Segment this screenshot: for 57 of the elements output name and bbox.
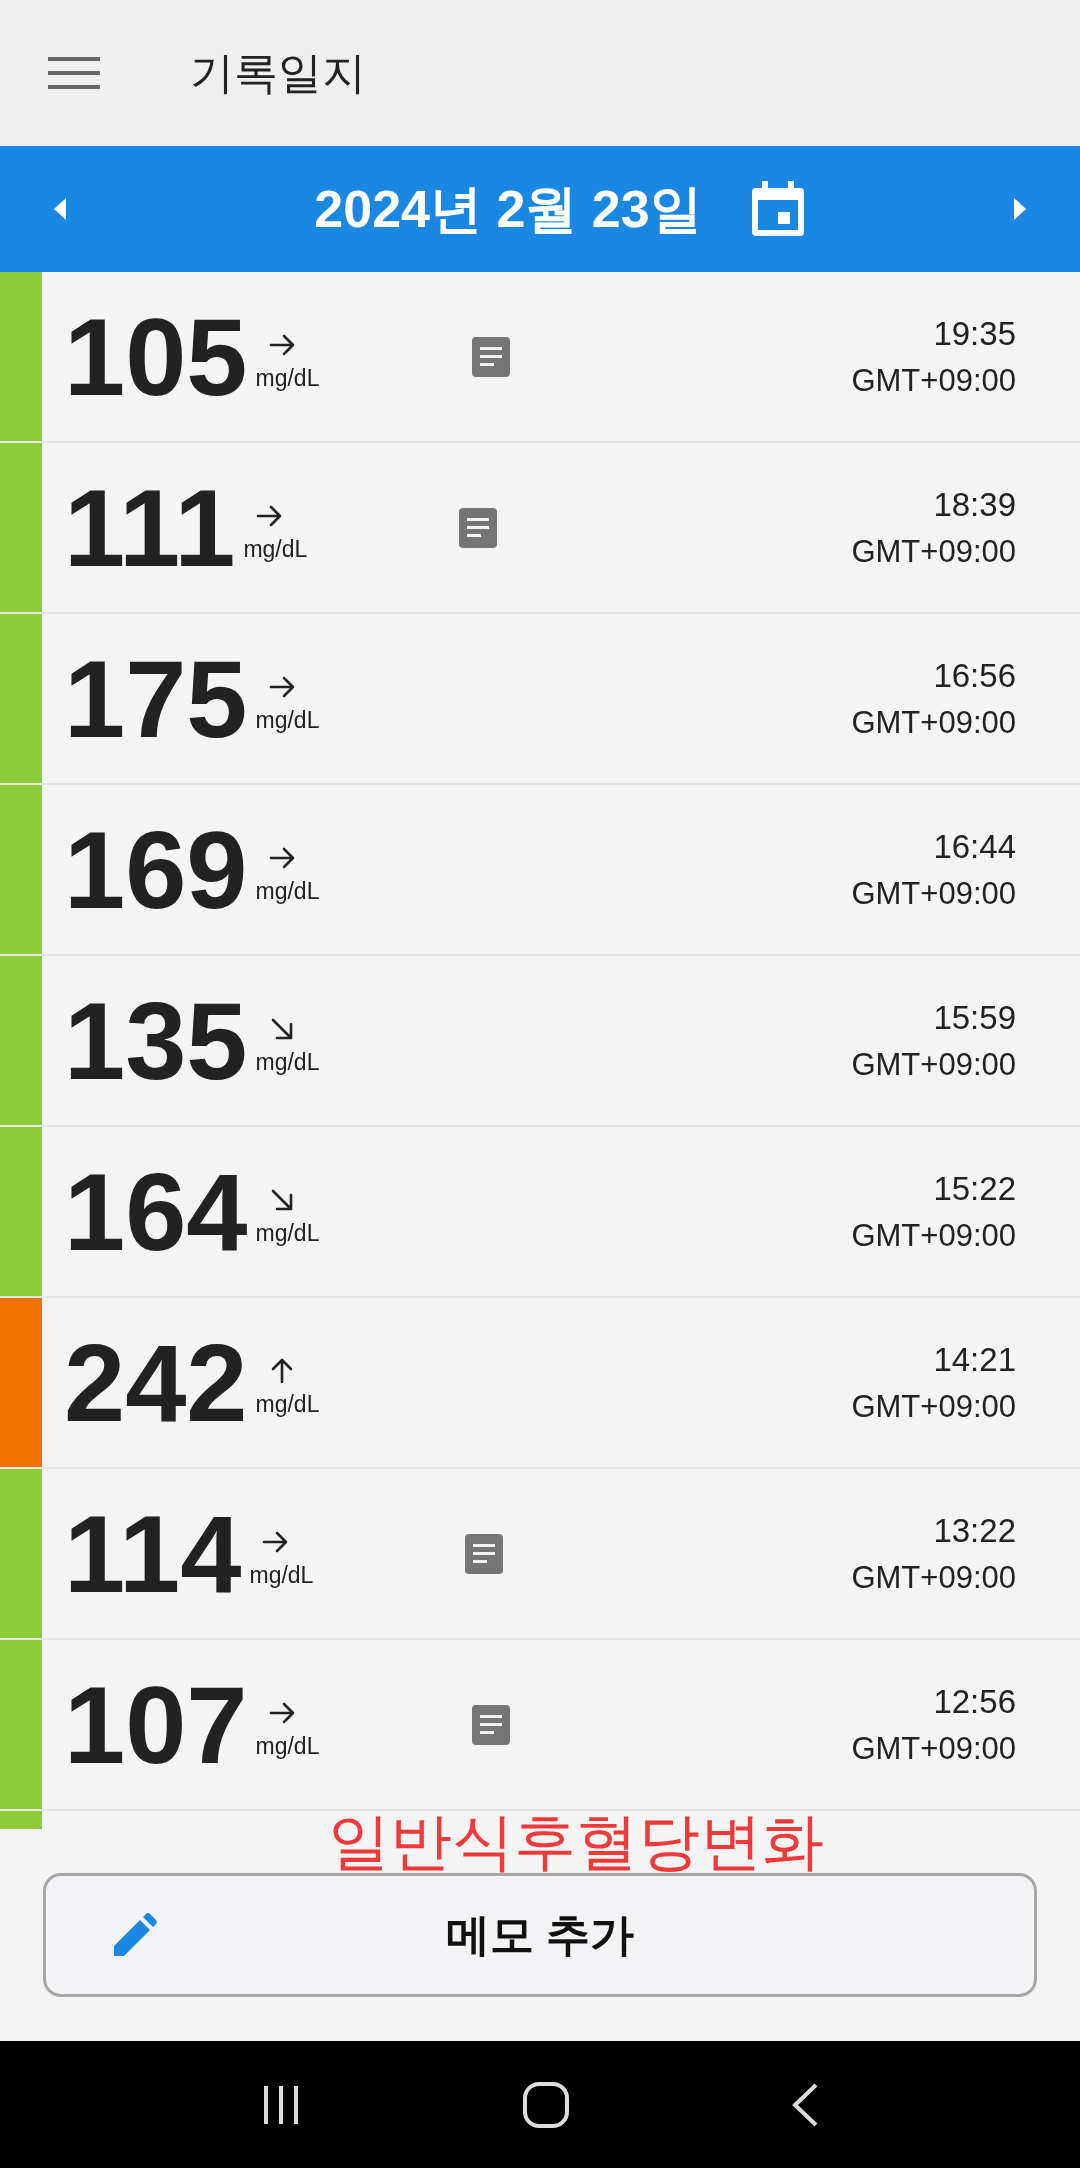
timezone-label: GMT+09:00 (851, 532, 1016, 571)
note-icon[interactable] (471, 336, 510, 377)
unit-label: mg/dL (255, 364, 320, 394)
reading-row[interactable]: 105 mg/dL 19:35 GMT+09:00 (0, 272, 1080, 443)
time-label: 12:56 (933, 1681, 1016, 1722)
timezone-label: GMT+09:00 (851, 1216, 1016, 1255)
timezone-label: GMT+09:00 (851, 1387, 1016, 1426)
home-icon[interactable] (522, 2080, 570, 2129)
time-label: 18:39 (933, 484, 1016, 525)
unit-label: mg/dL (255, 706, 320, 736)
glucose-value: 169 (64, 814, 248, 925)
reading-row[interactable]: 135 mg/dL 15:59 GMT+09:00 (0, 956, 1080, 1127)
timezone-label: GMT+09:00 (851, 361, 1016, 400)
note-icon[interactable] (459, 507, 498, 548)
unit-label: mg/dL (255, 1048, 320, 1078)
time-label: 16:44 (933, 826, 1016, 867)
reading-row[interactable]: 111 mg/dL 18:39 GMT+09:00 (0, 443, 1080, 614)
pencil-icon (112, 1912, 158, 1958)
unit-label: mg/dL (255, 1732, 320, 1762)
glucose-value: 107 (64, 1669, 248, 1780)
glucose-value: 135 (64, 985, 248, 1096)
timezone-label: GMT+09:00 (851, 1729, 1016, 1768)
add-memo-button[interactable]: 메모 추가 (43, 1873, 1037, 1997)
back-icon[interactable] (790, 2081, 820, 2128)
screen-title: 기록일지 (190, 47, 366, 99)
timezone-label: GMT+09:00 (851, 874, 1016, 913)
glucose-value: 164 (64, 1156, 248, 1267)
calendar-icon[interactable] (749, 180, 806, 238)
glucose-value: 114 (64, 1498, 242, 1609)
glucose-value: 242 (64, 1327, 248, 1438)
timezone-label: GMT+09:00 (851, 703, 1016, 742)
unit-label: mg/dL (249, 1561, 314, 1591)
reading-row[interactable]: 242 mg/dL 14:21 GMT+09:00 (0, 1298, 1080, 1469)
time-label: 15:22 (933, 1168, 1016, 1209)
timezone-label: GMT+09:00 (851, 1045, 1016, 1084)
unit-label: mg/dL (255, 877, 320, 907)
reading-row[interactable]: 175 mg/dL 16:56 GMT+09:00 (0, 614, 1080, 785)
time-label: 15:59 (933, 997, 1016, 1038)
glucose-value: 105 (64, 301, 248, 412)
time-label: 19:35 (933, 313, 1016, 354)
glucose-value: 111 (64, 472, 236, 583)
menu-icon[interactable] (48, 55, 100, 91)
glucose-value: 175 (64, 643, 248, 754)
note-icon[interactable] (471, 1704, 510, 1745)
reading-row[interactable]: 114 mg/dL 13:22 GMT+09:00 (0, 1469, 1080, 1640)
reading-row[interactable]: 107 mg/dL 12:56 GMT+09:00 (0, 1640, 1080, 1811)
unit-label: mg/dL (255, 1390, 320, 1420)
note-icon[interactable] (465, 1533, 504, 1574)
reading-row[interactable]: 164 mg/dL 15:22 GMT+09:00 (0, 1127, 1080, 1298)
date-label[interactable]: 2024년 2월 23일 (314, 170, 702, 248)
time-label: 16:56 (933, 655, 1016, 696)
unit-label: mg/dL (255, 1219, 320, 1249)
timezone-label: GMT+09:00 (851, 1558, 1016, 1597)
time-label: 13:22 (933, 1510, 1016, 1551)
time-label: 14:21 (933, 1339, 1016, 1380)
unit-label: mg/dL (243, 535, 308, 565)
reading-row[interactable]: 169 mg/dL 16:44 GMT+09:00 (0, 785, 1080, 956)
